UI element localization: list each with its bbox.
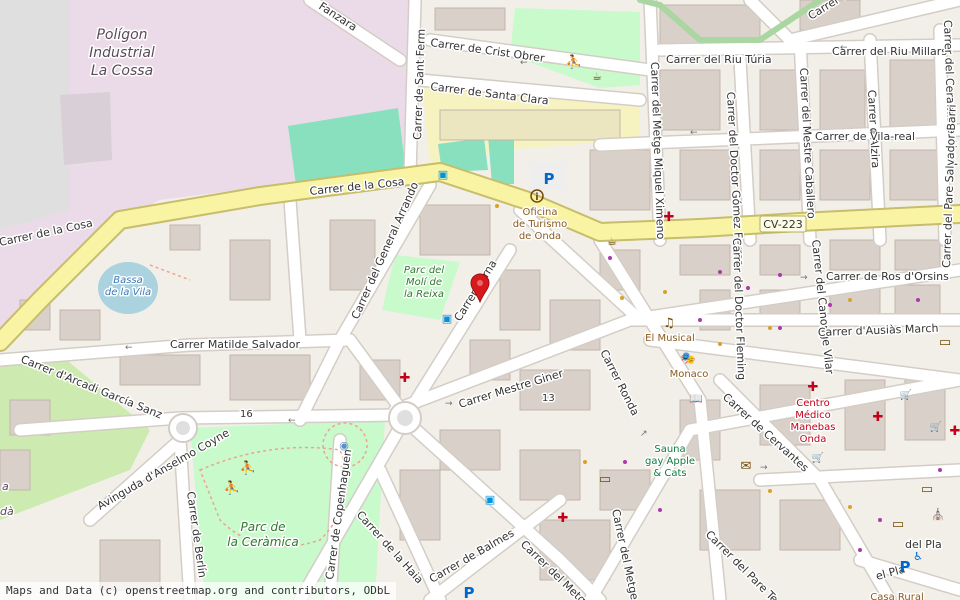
house-number: 13 [542,393,555,404]
street-label: Carrer Ronda [597,347,641,417]
area-label: a [2,480,9,493]
pharmacy-icon[interactable]: ✚ [873,410,884,425]
svg-text:←: ← [520,58,528,68]
park-label: Parc de [241,520,286,534]
street-label: Carrer del Riu Túria [666,53,772,66]
pharmacy-icon[interactable]: ✚ [558,511,569,526]
info-icon[interactable]: i [535,192,538,203]
park-label: la Reixa [404,289,444,300]
sports-pitch-3 [488,136,514,184]
svg-text:→: → [760,463,768,473]
book-icon[interactable]: 📖 [689,392,703,405]
pond-label: Bassa [113,275,143,286]
cart-icon[interactable]: 🛒 [900,388,912,401]
svg-text:←: ← [870,127,878,137]
park-label: Molí de [406,276,442,288]
park-label: Parc del [404,265,444,276]
pharmacy-icon[interactable]: ✚ [400,371,411,386]
bus-stop-icon[interactable]: ▣ [438,168,448,181]
parking-icon[interactable]: P [464,584,475,600]
poi-label: gay Apple [645,456,695,467]
poi-label: Casa Rural [870,592,923,600]
poi-label: Sauna [654,444,685,455]
theatre-icon[interactable]: 🎭 [681,351,696,365]
svg-text:←: ← [288,416,296,426]
map-canvas[interactable]: Polígon Industrial La Cossa Bassa de la … [0,0,960,600]
pharmacy-icon[interactable]: ✚ [808,380,819,395]
map-view[interactable]: Polígon Industrial La Cossa Bassa de la … [0,0,960,600]
street-label: Carrer de Sant Ferm [411,29,428,140]
playground-icon[interactable]: ⛹ [566,53,582,70]
road-ref-label: CV-223 [763,218,803,231]
svg-text:→: → [445,399,453,409]
residential-area [0,0,70,230]
parking-icon[interactable]: P [900,558,911,576]
industrial-lot [60,92,112,165]
playground-icon[interactable]: ⛹ [224,479,240,496]
wheelchair-icon[interactable]: ♿ [913,550,923,563]
street-label: Carrer de Ros d'Orsins [826,270,949,283]
poi-label: de Turismo [513,219,568,230]
roundabout-island [397,410,413,426]
pond-label: de la Vila [105,287,151,298]
atm-icon[interactable]: ▭ [599,472,611,487]
svg-text:←: ← [690,128,698,138]
map-attribution: Maps and Data (c) openstreetmap.org and … [0,582,397,600]
svg-text:←: ← [840,43,848,53]
atm-icon[interactable]: ▭ [939,335,951,350]
house-number: 16 [240,409,253,420]
street-label: Carrer del Riu Millars [832,45,947,58]
poi-label: Médico [795,409,831,421]
fountain-icon[interactable]: ◉ [339,439,349,452]
atm-icon[interactable]: ▭ [892,517,904,532]
area-label: dà [0,505,14,518]
svg-text:←: ← [125,343,133,353]
roundabout-island [176,421,190,435]
post-icon[interactable]: ✉ [741,459,752,474]
poi-label: de Onda [519,231,561,242]
svg-text:↗: ↗ [640,429,648,439]
park-label: la Ceràmica [227,535,299,549]
street-label: Carrer de Vila-real [815,130,915,143]
poi-label: Onda [800,434,827,445]
parking-icon[interactable]: P [544,170,555,188]
industrial-area-label: Industrial [89,45,155,61]
cafe-icon[interactable]: ☕ [592,70,602,83]
poi-label: Oficina [523,207,558,218]
pharmacy-icon[interactable]: ✚ [950,424,960,439]
industrial-area-label: Polígon [96,27,147,43]
pharmacy-icon[interactable]: ✚ [664,210,675,225]
poi-label: El Musical [645,333,695,344]
cart-icon[interactable]: 🛒 [930,420,942,433]
poi-label: Manebas [791,422,836,433]
svg-text:→: → [800,273,808,283]
bus-stop-icon[interactable]: ▣ [485,493,495,506]
street-label: Carrer Matilde Salvador [170,338,300,351]
poi-label: & Cats [653,468,686,479]
church-icon[interactable]: ⛪ [931,507,945,521]
poi-label: Monaco [670,369,709,380]
music-icon[interactable]: ♫ [663,316,675,331]
playground-icon[interactable]: ⛹ [240,459,256,476]
bus-stop-icon[interactable]: ▣ [442,312,452,325]
atm-icon[interactable]: ▭ [921,482,933,497]
industrial-area-label: La Cossa [91,63,153,79]
poi-label: Centro [796,398,829,409]
cart-icon[interactable]: 🛒 [812,451,824,464]
street-label: del Pla [905,538,942,551]
cafe-icon[interactable]: ☕ [607,235,617,248]
